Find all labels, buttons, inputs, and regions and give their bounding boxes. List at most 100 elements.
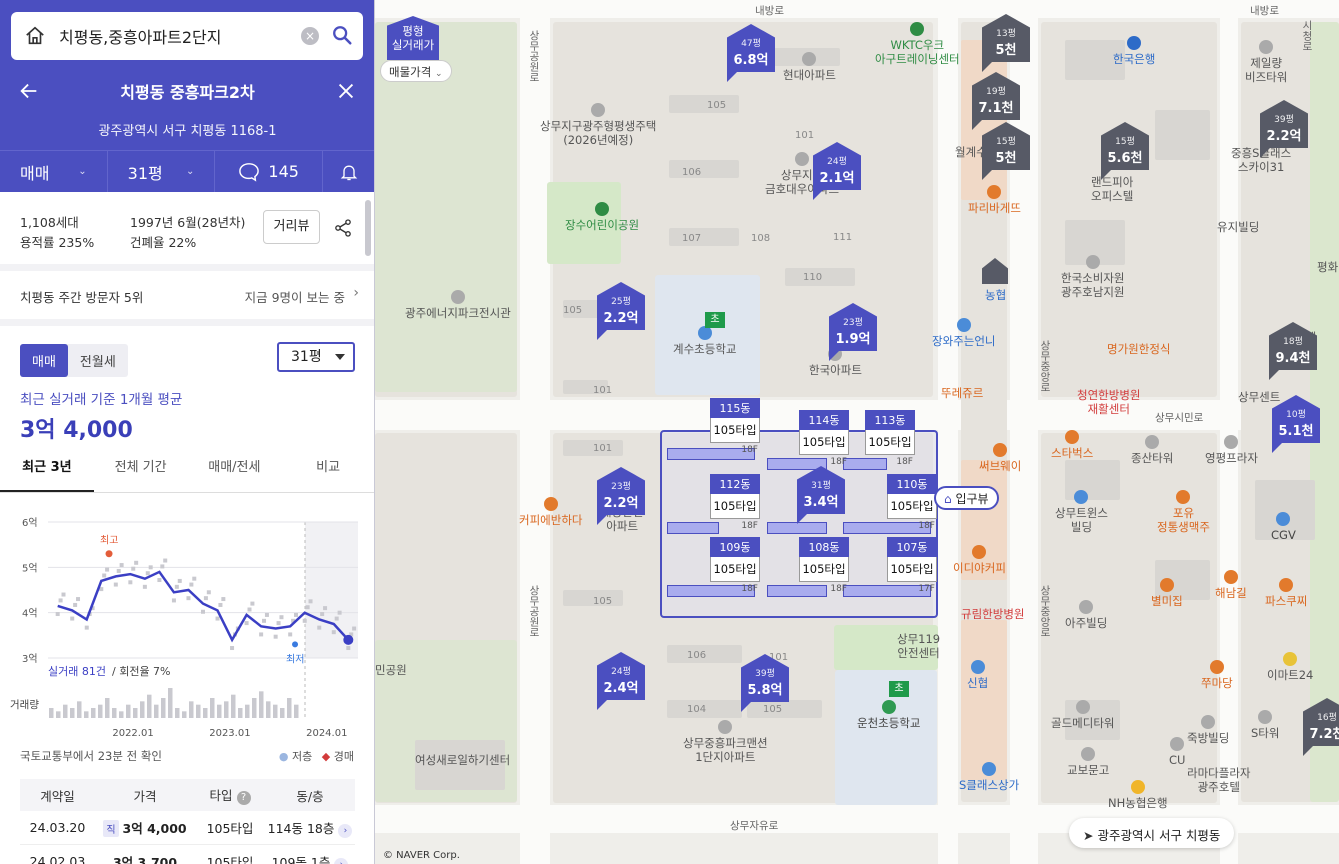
dong-label[interactable]: 109동 105타입 18F xyxy=(710,537,760,594)
poi-uncheon-school[interactable]: 운천초등학교 xyxy=(857,700,920,730)
search-input[interactable] xyxy=(59,26,279,46)
poi-gyobo[interactable]: 교보문고 xyxy=(1067,747,1109,777)
poi-byeolmi[interactable]: 별미집 xyxy=(1151,578,1183,608)
tab-sale-jeonse[interactable]: 매매/전세 xyxy=(188,457,282,492)
tab-recent-3y[interactable]: 최근 3년 xyxy=(0,457,94,492)
price-marker[interactable]: 16평 7.2천 xyxy=(1303,698,1339,756)
poi-bank-korea[interactable]: 한국은행 xyxy=(1113,36,1155,66)
poi-cu[interactable]: CU xyxy=(1169,737,1185,767)
help-icon[interactable]: ? xyxy=(236,791,251,805)
search-icon[interactable] xyxy=(331,24,353,50)
current-location-chip[interactable]: ➤ 광주광역시 서구 치평동 xyxy=(1069,818,1235,848)
notification-button[interactable] xyxy=(323,151,374,192)
map[interactable]: 105 106 107 108 111 110 105 101 101 105 … xyxy=(375,0,1339,864)
poi-jangsu-park[interactable]: 장수어린이공원 xyxy=(565,202,639,232)
poi-gyurim[interactable]: 규림한방병원 xyxy=(961,607,1024,621)
poi-wktc[interactable]: WKTC우크 아구트레이닝센터 xyxy=(875,22,960,67)
poi-ramada[interactable]: 라마다플라자 광주호텔 xyxy=(1187,766,1250,795)
poi-paris2[interactable]: 파스쿠찌 xyxy=(1265,578,1307,608)
apartment-building[interactable] xyxy=(843,458,887,470)
poi-nh[interactable]: NH농협은행 xyxy=(1108,780,1168,810)
poi-jjumaru[interactable]: 쭈마당 xyxy=(1201,660,1233,690)
poi-cheongyeon[interactable]: 청연한방병원 재활센터 xyxy=(1077,388,1140,417)
scrollbar[interactable] xyxy=(365,200,371,256)
poi-sangmu-park-mansion[interactable]: 상무중흥파크맨션 1단지아파트 xyxy=(683,720,768,765)
poi-consumer[interactable]: 한국소비자원 광주호남지원 xyxy=(1061,255,1124,300)
poi-pyeonghwa[interactable]: 평화 xyxy=(1317,260,1338,274)
poi-ttureju[interactable]: 뚜레쥬르 xyxy=(941,386,983,400)
entrance-view-button[interactable]: ⌂ 입구뷰 xyxy=(934,486,999,510)
home-icon[interactable] xyxy=(11,25,59,47)
poi-coffee[interactable]: 커피에반하다 xyxy=(519,497,582,527)
price-marker[interactable]: 23평 1.9억 xyxy=(829,303,877,361)
price-marker[interactable]: 24평 2.1억 xyxy=(813,142,861,200)
price-marker[interactable]: 10평 5.1천 xyxy=(1272,395,1320,453)
poi-paris[interactable]: 파리바게뜨 xyxy=(968,185,1021,215)
segment-rent[interactable]: 전월세 xyxy=(68,344,128,377)
street-view-button[interactable]: 거리뷰 xyxy=(263,210,320,244)
dong-label[interactable]: 113동 105타입 18F xyxy=(865,410,915,467)
price-marker[interactable]: 24평 2.4억 xyxy=(597,652,645,710)
poi-myeongga[interactable]: 명가원한정식 xyxy=(1107,342,1170,356)
table-row[interactable]: 24.03.20 직 3억 4,000 105타입 114동 18층 › xyxy=(20,811,355,845)
apartment-building[interactable] xyxy=(667,522,719,534)
price-marker[interactable]: 15평 5.6천 xyxy=(1101,122,1149,180)
price-marker[interactable]: 23평 2.2억 xyxy=(597,467,645,525)
poi-starbucks[interactable]: 스타벅스 xyxy=(1051,430,1093,460)
comments-button[interactable]: 145 xyxy=(215,151,324,192)
price-marker[interactable]: 18평 9.4천 xyxy=(1269,322,1317,380)
poi-yeongbo[interactable]: 영평프라자 xyxy=(1205,435,1258,465)
poi-sinhyeop[interactable]: 신협 xyxy=(967,660,988,690)
visitor-row[interactable]: 치평동 주간 방문자 5위 지금 9명이 보는 중 › xyxy=(0,271,374,319)
tab-compare[interactable]: 비교 xyxy=(281,457,374,492)
poi-gyesu-school[interactable]: 계수초등학교 xyxy=(673,326,736,356)
poi-haenamgil[interactable]: 해남길 xyxy=(1215,570,1247,600)
poi-s-class[interactable]: S클래스상가 xyxy=(959,762,1019,792)
price-marker[interactable]: 15평 5천 xyxy=(982,122,1030,180)
price-marker[interactable]: 39평 2.2억 xyxy=(1260,100,1308,158)
poi-fire-center[interactable]: 상무119 안전센터 xyxy=(897,632,940,661)
poi-jeilryang[interactable]: 제일량 비즈타워 xyxy=(1245,40,1287,85)
poi-energy[interactable]: 광주에너지파크전시관 xyxy=(405,290,511,320)
close-icon[interactable] xyxy=(335,80,357,102)
poi-subway[interactable]: 써브웨이 xyxy=(979,443,1021,473)
poi-aju[interactable]: 아주빌딩 xyxy=(1065,600,1107,630)
dong-label[interactable]: 115동 105타입 18F xyxy=(710,398,760,455)
poi-sangmu-wins[interactable]: 상무트윈스 빌딩 xyxy=(1055,490,1108,535)
poi-cgv[interactable]: CGV xyxy=(1271,512,1296,542)
dong-label[interactable]: 108동 105타입 18F xyxy=(799,537,849,594)
price-marker[interactable]: 39평 5.8억 xyxy=(741,654,789,712)
poi-idiya[interactable]: 이디야커피 xyxy=(953,545,1006,575)
apartment-building[interactable] xyxy=(767,585,827,597)
poi-emart[interactable]: 이마트24 xyxy=(1267,652,1313,682)
price-type-dropdown[interactable]: 매물가격 ⌄ xyxy=(380,60,452,82)
poi-jongsan[interactable]: 종산타워 xyxy=(1131,435,1173,465)
price-chart[interactable]: 6억 5억 4억 3억 최고 최저 실거래 81건 / 회전율 7% 거래량 2022.01… xyxy=(0,505,374,740)
size-dropdown[interactable]: 31평 ⌄ xyxy=(108,151,216,192)
dong-label[interactable]: 107동 105타입 17F xyxy=(887,537,937,594)
poi-jangwa[interactable]: 장와주는언니 xyxy=(932,318,995,348)
poi-jukbang[interactable]: 죽방빌딩 xyxy=(1187,715,1229,745)
poi-hyundai[interactable]: 현대아파트 xyxy=(783,52,836,82)
price-marker[interactable]: 25평 2.2억 xyxy=(597,282,645,340)
segment-sale[interactable]: 매매 xyxy=(20,344,68,377)
price-marker[interactable]: 13평 5천 xyxy=(982,14,1030,72)
size-select[interactable]: 31평 xyxy=(277,342,355,372)
poi-sangmu-housing[interactable]: 상무지구광주형평생주택 (2026년예정) xyxy=(540,103,656,148)
trade-type-dropdown[interactable]: 매매 ⌄ xyxy=(0,151,108,192)
clear-search-icon[interactable]: × xyxy=(301,27,319,45)
share-icon[interactable] xyxy=(333,218,353,242)
poi-popo[interactable]: 포유 정통생맥주 xyxy=(1157,490,1210,535)
poi-yeoseong[interactable]: 여성새로일하기센터 xyxy=(415,753,510,767)
price-marker[interactable]: 47평 6.8억 xyxy=(727,24,775,82)
poi-nonghyup[interactable]: 농협 xyxy=(985,288,1006,302)
poi-stower[interactable]: S타워 xyxy=(1251,710,1279,740)
dong-label[interactable]: 114동 105타입 18F xyxy=(799,410,849,467)
dong-label[interactable]: 110동 105타입 18F xyxy=(887,474,937,531)
poi-golden[interactable]: 골드메디타워 xyxy=(1051,700,1114,730)
dong-label[interactable]: 112동 105타입 18F xyxy=(710,474,760,531)
tab-all-period[interactable]: 전체 기간 xyxy=(94,457,188,492)
poi-yuji[interactable]: 유지빌딩 xyxy=(1217,220,1259,234)
price-marker-selected[interactable]: 31평 3.4억 xyxy=(797,466,845,524)
table-row[interactable]: 24.02.03 3억 3,700 105타입 109동 1층› xyxy=(20,845,355,864)
